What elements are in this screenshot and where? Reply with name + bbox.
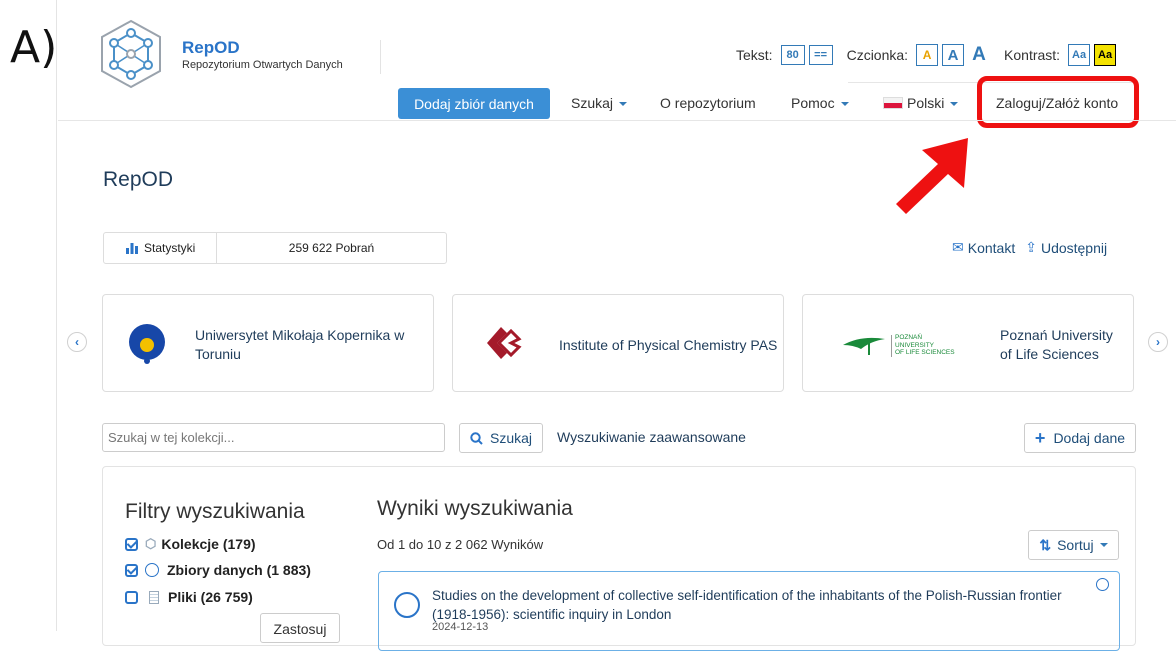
text-size-button[interactable]: 80 [780, 45, 805, 65]
institution-name: Uniwersytet Mikołaja Kopernika w Toruniu [195, 327, 405, 362]
poland-flag-icon [883, 96, 903, 109]
share-icon: ⇪ [1025, 239, 1037, 255]
repod-logo[interactable] [98, 18, 164, 90]
filter-label: Kolekcje (179) [161, 536, 256, 552]
filter-label: Zbiory danych (1 883) [167, 562, 311, 578]
stats-bar: Statystyki 259 622 Pobrań [103, 232, 447, 264]
chevron-down-icon [840, 102, 849, 107]
search-button-label: Szukaj [489, 430, 533, 446]
chevron-down-icon [619, 102, 628, 107]
collections-icon: ⬡ [145, 536, 157, 551]
pul-logo-icon [843, 337, 885, 355]
add-data-button[interactable]: + Dodaj dane [1024, 423, 1136, 453]
filter-collections[interactable]: ⬡ Kolekcje (179) [125, 536, 256, 552]
header-separator [58, 120, 1176, 121]
panel-label: A) [10, 22, 58, 73]
contrast-default-button[interactable]: Aa [1068, 44, 1091, 66]
chevron-right-icon: › [1156, 335, 1160, 349]
text-spacing-button[interactable]: == [808, 45, 833, 65]
checkbox-checked[interactable] [125, 537, 138, 551]
contact-share-links: ✉ Kontakt ⇪ Udostępnij [952, 239, 1111, 256]
pul-logo-text: POZNAŃ UNIVERSITY OF LIFE SCIENCES [895, 334, 955, 357]
nav-about[interactable]: O repozytorium [660, 95, 756, 111]
sort-label: Sortuj [1057, 537, 1094, 553]
sort-dropdown[interactable]: ⇅ Sortuj [1028, 530, 1119, 560]
font-option-large[interactable]: A [968, 44, 990, 66]
collection-search-input[interactable] [102, 423, 445, 452]
apply-filters-button[interactable]: Zastosuj [260, 613, 340, 643]
institution-card[interactable]: POZNAŃ UNIVERSITY OF LIFE SCIENCES Pozna… [802, 294, 1134, 392]
institution-card[interactable]: Institute of Physical Chemistry PAS [452, 294, 784, 392]
add-data-label: Dodaj dane [1053, 430, 1126, 446]
filter-files[interactable]: Pliki (26 759) [125, 589, 253, 605]
plus-icon: + [1034, 428, 1046, 448]
checkbox-checked[interactable] [125, 563, 138, 577]
results-title: Wyniki wyszukiwania [377, 497, 573, 520]
pul-logo-line: OF LIFE SCIENCES [895, 349, 955, 356]
brand-subtitle: Repozytorium Otwartych Danych [182, 59, 343, 71]
umk-logo-icon [129, 324, 165, 364]
carousel-next-button[interactable]: › [1148, 332, 1168, 352]
chevron-down-icon [1099, 543, 1108, 547]
language-label: Polski [907, 95, 945, 111]
carousel-prev-button[interactable]: ‹ [67, 332, 87, 352]
chevron-down-icon [950, 102, 959, 107]
envelope-icon: ✉ [952, 239, 964, 255]
nav-search-label: Szukaj [571, 95, 614, 111]
language-dropdown[interactable]: Polski [883, 95, 959, 111]
bar-chart-icon [126, 242, 138, 254]
contrast-label: Kontrast: [1004, 47, 1061, 63]
search-icon [470, 431, 483, 445]
filter-label: Pliki (26 759) [168, 589, 253, 605]
select-radio[interactable] [1096, 578, 1109, 591]
pul-logo-line: UNIVERSITY [895, 341, 935, 349]
font-option-small[interactable]: A [916, 44, 939, 66]
filters-title: Filtry wyszukiwania [125, 500, 305, 523]
stats-label: Statystyki [144, 241, 196, 255]
search-button[interactable]: Szukaj [459, 423, 543, 453]
accessibility-toolbar: Tekst: 80 == Czcionka: A A A Kontrast: A… [736, 44, 1120, 66]
result-title[interactable]: Studies on the development of collective… [432, 586, 1082, 624]
logo-divider [891, 335, 892, 357]
ipc-pas-logo-icon [487, 327, 522, 359]
nav-help-dropdown[interactable]: Pomoc [791, 95, 849, 111]
font-option-medium[interactable]: A [942, 44, 965, 66]
header-divider [380, 40, 381, 74]
stats-button[interactable]: Statystyki [104, 233, 217, 263]
institution-name: Institute of Physical Chemistry PAS [559, 337, 778, 353]
page-title: RepOD [103, 168, 174, 191]
text-size-label: Tekst: [736, 47, 773, 63]
institution-name: Poznań University of Life Sciences [1000, 327, 1113, 362]
checkbox-unchecked[interactable] [125, 590, 138, 604]
nav-search-dropdown[interactable]: Szukaj [571, 95, 628, 111]
annotation-arrow-icon [896, 138, 968, 214]
pul-logo-line: POZNAŃ [895, 334, 923, 341]
contact-link[interactable]: Kontakt [968, 240, 1015, 256]
results-count: Od 1 do 10 z 2 062 Wyników [377, 537, 544, 552]
nav-help-label: Pomoc [791, 95, 835, 111]
downloads-count: 259 622 Pobrań [288, 241, 375, 255]
hexagon-network-icon [101, 19, 161, 89]
result-date: 2024-12-13 [432, 621, 489, 633]
filter-datasets[interactable]: Zbiory danych (1 883) [125, 562, 311, 578]
advanced-search-link[interactable]: Wyszukiwanie zaawansowane [557, 429, 746, 445]
dataset-circle-icon [394, 592, 420, 618]
dataset-circle-icon [145, 563, 159, 577]
share-link[interactable]: Udostępnij [1041, 240, 1107, 256]
sort-icon: ⇅ [1039, 536, 1052, 553]
chevron-left-icon: ‹ [75, 335, 79, 349]
add-dataset-button[interactable]: Dodaj zbiór danych [398, 88, 550, 119]
brand-title[interactable]: RepOD [182, 38, 240, 58]
font-label: Czcionka: [846, 47, 909, 63]
institution-card[interactable]: Uniwersytet Mikołaja Kopernika w Toruniu [102, 294, 434, 392]
contrast-high-button[interactable]: Aa [1094, 44, 1117, 66]
file-icon [149, 590, 159, 604]
